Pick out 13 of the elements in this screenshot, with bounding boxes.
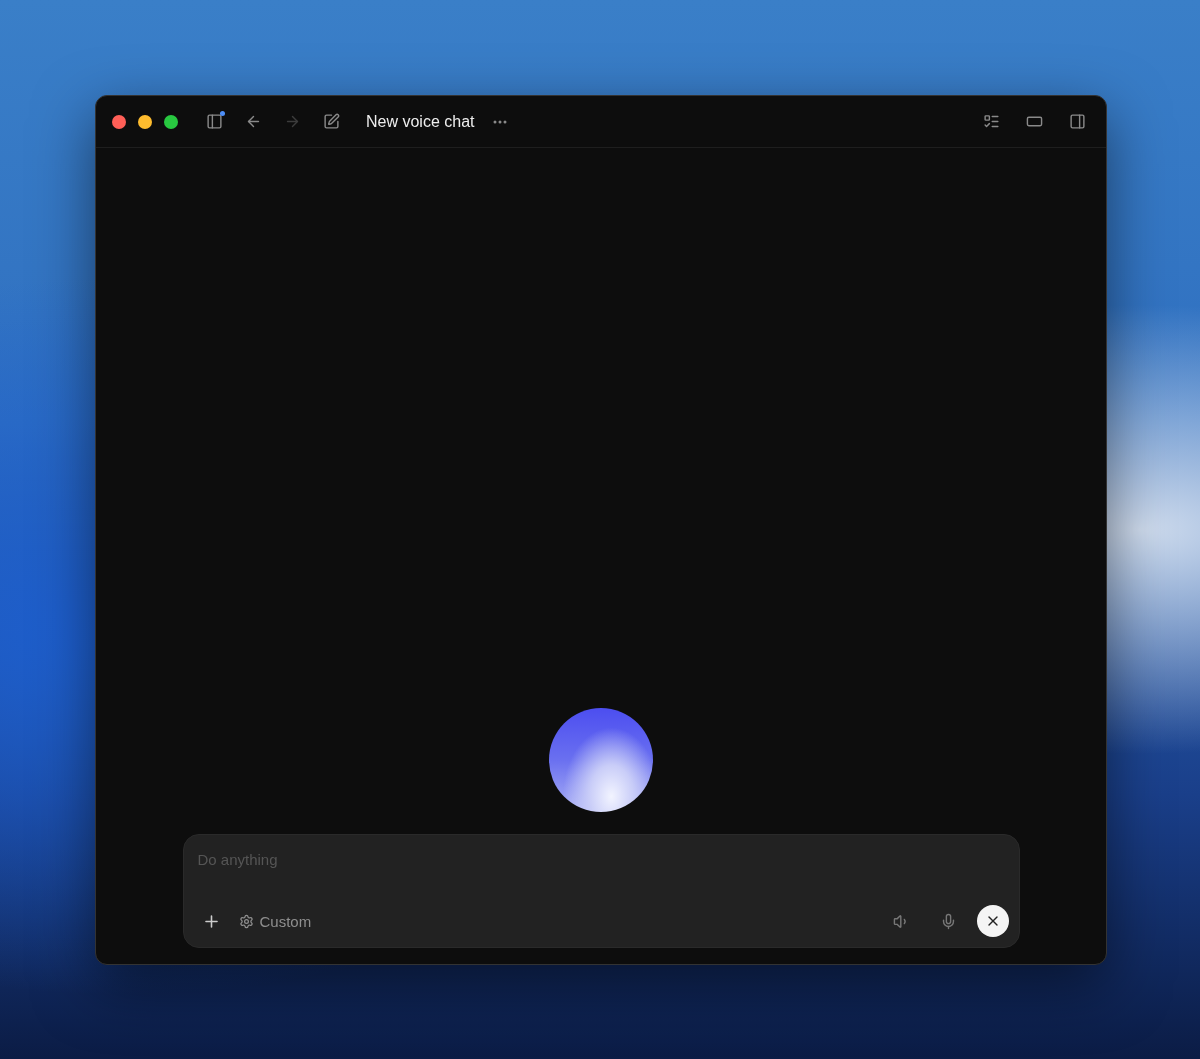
mode-button[interactable]: Custom xyxy=(234,908,316,934)
close-window-button[interactable] xyxy=(112,114,126,129)
compose-icon xyxy=(323,113,340,130)
checklist-icon xyxy=(983,113,1000,130)
gear-icon xyxy=(238,913,254,929)
window-title: New voice chat xyxy=(366,112,475,131)
notification-dot xyxy=(220,111,225,116)
sidebar-icon xyxy=(206,113,223,130)
minimize-window-button[interactable] xyxy=(138,114,152,129)
ellipsis-icon xyxy=(492,119,507,124)
end-voice-button[interactable] xyxy=(976,905,1009,937)
maximize-window-button[interactable] xyxy=(164,114,178,129)
panel-right-icon xyxy=(1069,113,1086,130)
